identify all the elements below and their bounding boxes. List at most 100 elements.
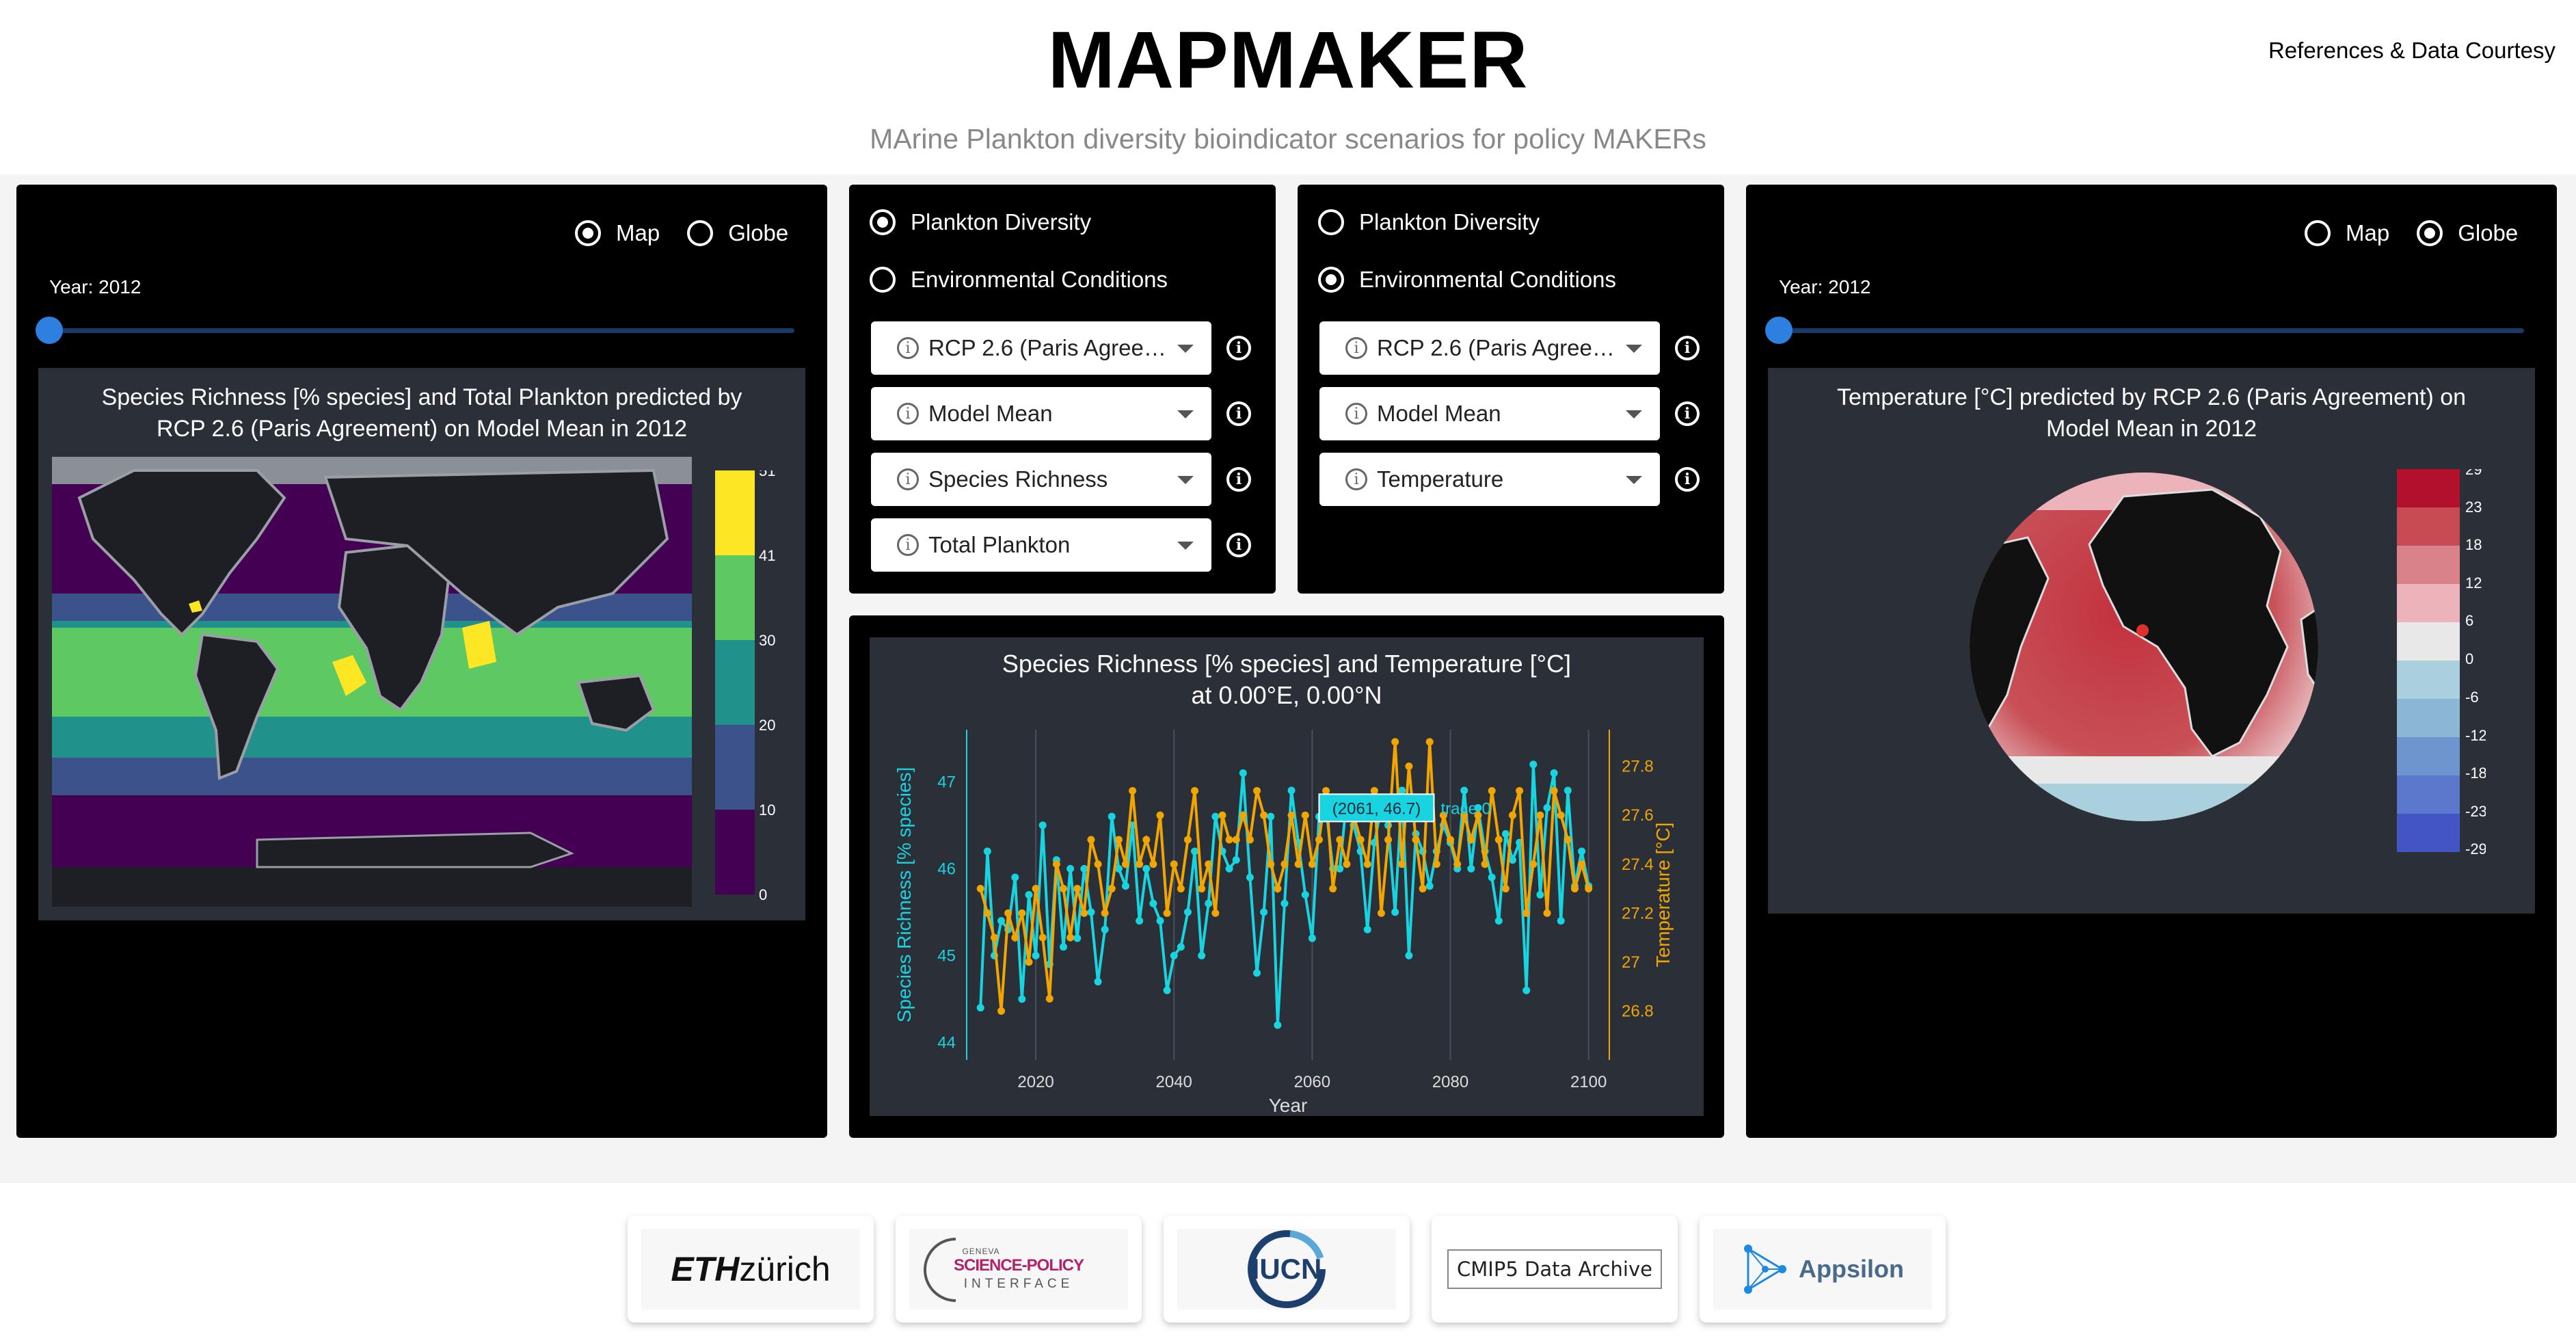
temperature-point	[1101, 909, 1109, 917]
temperature-point	[1211, 909, 1220, 917]
radio-plankton-diversity-left-row[interactable]: Plankton Diversity	[870, 209, 1091, 235]
eth-zurich-logo[interactable]: ETH zürich	[628, 1216, 874, 1322]
temperature-point	[1163, 909, 1171, 917]
world-map[interactable]	[52, 457, 692, 907]
temperature-point	[1543, 909, 1551, 917]
map-colorbar-tick: 51	[759, 470, 775, 479]
radio-plankton-diversity[interactable]	[1318, 209, 1344, 235]
info-icon[interactable]: i	[1226, 467, 1251, 492]
gspi-logo[interactable]: GENEVA SCIENCE-POLICY INTERFACE	[896, 1216, 1142, 1322]
references-link[interactable]: References & Data Courtesy	[2268, 38, 2555, 64]
chevron-down-icon	[1626, 476, 1642, 484]
cmip5-logo-text: CMIP5 Data Archive	[1447, 1249, 1662, 1289]
species-richness-point	[997, 917, 1006, 925]
cmip5-logo[interactable]: CMIP5 Data Archive	[1432, 1216, 1678, 1322]
species-richness-point	[1060, 943, 1068, 951]
appsilon-network-icon	[1744, 1245, 1786, 1294]
info-icon[interactable]: i	[1226, 336, 1251, 360]
temperature-point	[1136, 860, 1144, 868]
radio-map[interactable]	[575, 220, 601, 246]
temperature-point	[1356, 836, 1365, 844]
species-richness-point	[1363, 925, 1371, 933]
temperature-point	[983, 909, 991, 917]
radio-map[interactable]	[2305, 220, 2331, 246]
temperature-point	[1087, 836, 1095, 844]
temperature-point	[1170, 860, 1178, 868]
globe-plot-title-line2: Model Mean in 2012	[2045, 416, 2257, 442]
species-richness-point	[1183, 908, 1192, 916]
radio-plankton-diversity[interactable]	[870, 209, 896, 235]
year-slider-handle[interactable]	[1765, 317, 1793, 344]
temperature-point	[1377, 909, 1385, 917]
model-dropdown[interactable]: i Model Mean	[1319, 387, 1660, 440]
x-axis-label: Year	[1269, 1095, 1308, 1116]
y2-tick-label: 27.6	[1622, 806, 1654, 825]
model-dropdown[interactable]: i Model Mean	[871, 387, 1211, 440]
info-icon[interactable]: i	[1226, 401, 1251, 426]
iucn-logo-text: IUCN	[1251, 1253, 1322, 1285]
year-label: Year: 2012	[1779, 276, 1871, 297]
scenario-dropdown[interactable]: i RCP 2.6 (Paris Agreement)	[1319, 321, 1660, 375]
species-richness-point	[1494, 917, 1503, 925]
year-slider[interactable]	[36, 317, 794, 344]
iucn-logo[interactable]: IUCN	[1164, 1216, 1410, 1322]
species-richness-point	[1211, 812, 1220, 821]
scenario-dropdown[interactable]: i RCP 2.6 (Paris Agreement)	[871, 321, 1211, 375]
species-richness-point	[1239, 769, 1247, 777]
timeseries-chart[interactable]: 2020 2040 2060 2080 2100 44 45 46 47 26.8 27 27.2 27…	[870, 637, 1704, 1116]
temperature-point	[1274, 885, 1282, 893]
temperature-point	[1239, 811, 1247, 819]
temperature-point	[1287, 811, 1296, 819]
radio-globe-label: Globe	[2458, 220, 2519, 245]
x-tick-label: 2020	[1017, 1073, 1054, 1091]
variable-dropdown[interactable]: i Temperature	[1319, 453, 1660, 506]
year-slider-handle[interactable]	[36, 317, 63, 344]
x-tick-label: 2060	[1294, 1073, 1330, 1091]
temperature-point	[1108, 885, 1116, 893]
metric-dropdown[interactable]: i Species Richness	[871, 453, 1211, 506]
species-richness-line	[979, 764, 1590, 1026]
temperature-point	[1363, 860, 1371, 868]
temperature-globe[interactable]	[1966, 469, 2322, 825]
radio-env-conditions-left-row[interactable]: Environmental Conditions	[870, 267, 1168, 293]
hover-tooltip-trace: trace 0	[1440, 799, 1490, 818]
temperature-point	[1142, 836, 1151, 844]
species-richness-point	[1156, 917, 1164, 925]
radio-environmental-conditions[interactable]	[1318, 267, 1344, 293]
chevron-down-icon	[1177, 476, 1194, 484]
temperature-point	[1501, 885, 1510, 893]
temperature-point	[1516, 786, 1524, 795]
species-richness-point	[1267, 812, 1275, 821]
temperature-point	[1315, 836, 1323, 844]
globe-colorbar-tick: -29	[2465, 840, 2486, 857]
radio-env-conditions-right-row[interactable]: Environmental Conditions	[1318, 267, 1616, 293]
temperature-point	[1183, 836, 1192, 844]
info-icon[interactable]: i	[1675, 336, 1700, 360]
info-icon[interactable]: i	[1226, 533, 1251, 557]
appsilon-logo[interactable]: Appsilon	[1700, 1216, 1946, 1322]
year-slider[interactable]	[1765, 317, 2524, 344]
info-icon[interactable]: i	[1675, 467, 1700, 492]
plankton-group-dropdown[interactable]: i Total Plankton	[871, 518, 1211, 572]
info-icon[interactable]: i	[1675, 401, 1700, 426]
map-colorbar: 51 41 30 20 10 0	[715, 470, 775, 903]
radio-globe[interactable]	[2417, 220, 2443, 246]
y-tick-label: 47	[937, 773, 956, 791]
variable-dropdown-value: Temperature	[1377, 466, 1504, 492]
eth-logo-bold: ETH	[671, 1250, 740, 1288]
radio-globe[interactable]	[687, 220, 714, 246]
species-richness-point	[1280, 899, 1289, 907]
scenario-dropdown-value: RCP 2.6 (Paris Agreement)	[1377, 335, 1620, 360]
species-richness-point	[1198, 951, 1206, 959]
temperature-point	[1453, 860, 1462, 868]
radio-plankton-diversity-right-row[interactable]: Plankton Diversity	[1318, 209, 1540, 235]
radio-environmental-conditions[interactable]	[870, 267, 896, 293]
radio-map-label: Map	[2346, 220, 2390, 245]
species-richness-point	[1287, 786, 1296, 795]
temperature-point	[1018, 909, 1026, 917]
control-panel-right: Plankton Diversity Environmental Conditi…	[1298, 185, 1724, 594]
temperature-point	[1570, 885, 1579, 893]
temperature-point	[1218, 811, 1226, 819]
species-richness-point	[1391, 908, 1399, 916]
chevron-down-icon	[1177, 542, 1194, 550]
